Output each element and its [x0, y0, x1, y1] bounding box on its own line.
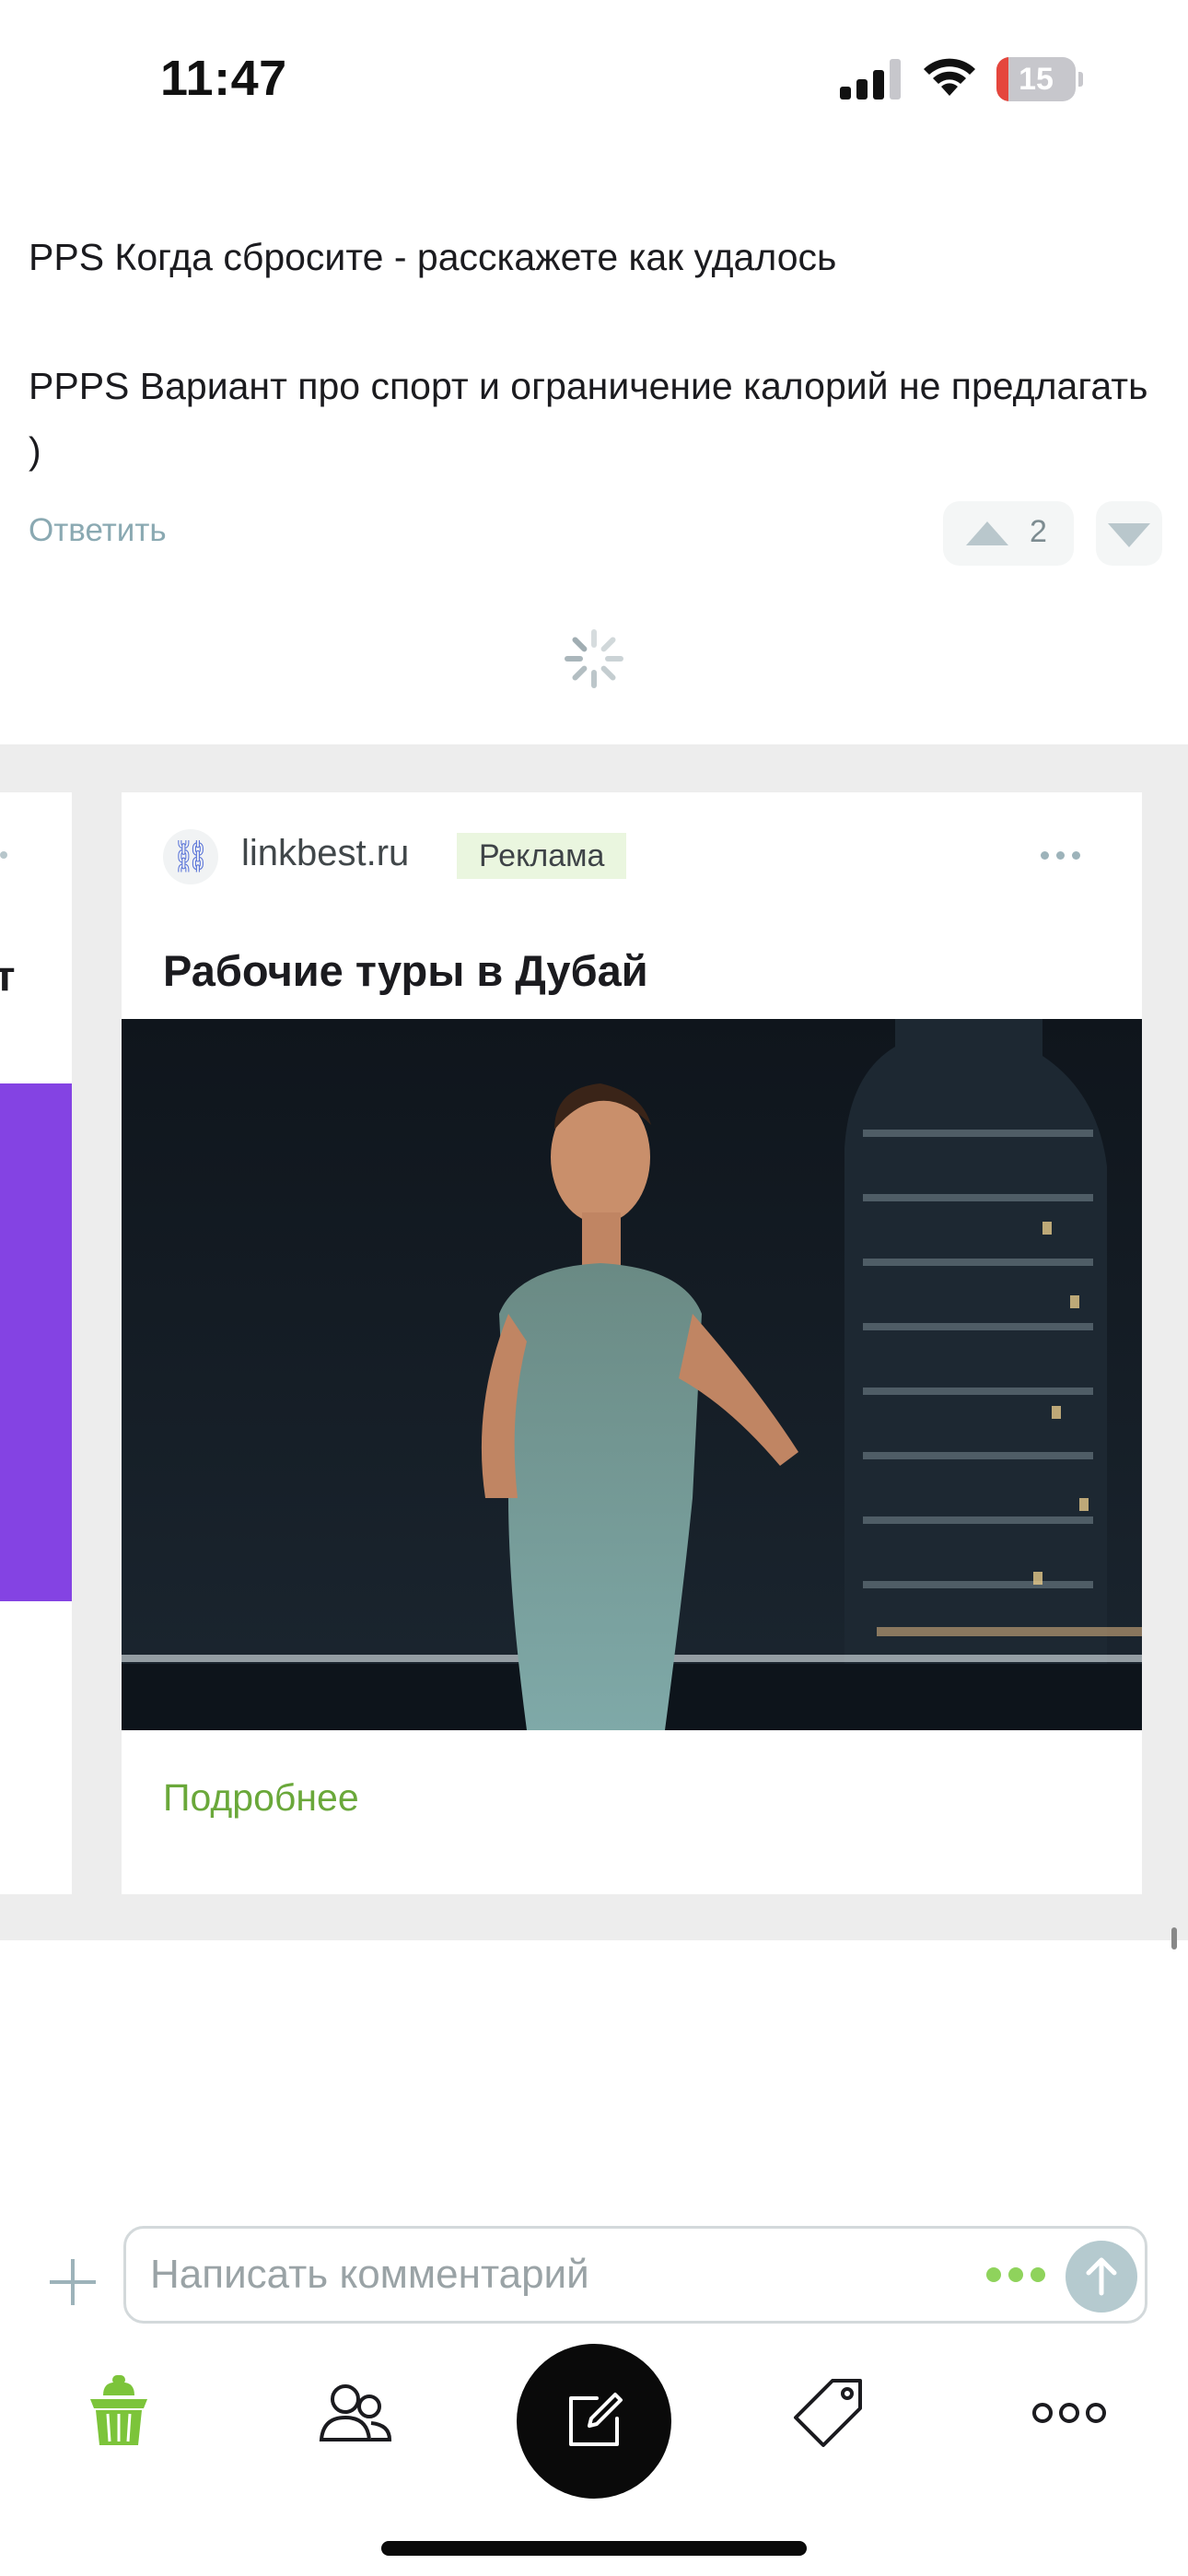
add-attachment-button[interactable] [46, 2255, 99, 2309]
advertiser-logo: ⛓ [163, 829, 218, 884]
previous-ad-title: т [0, 952, 16, 1000]
compose-icon [569, 2393, 623, 2446]
advertiser-domain: linkbest.ru [241, 833, 410, 873]
more-icon [1032, 2403, 1106, 2423]
tab-people[interactable] [314, 2371, 397, 2454]
wifi-icon [924, 58, 975, 96]
arrow-down-icon [1108, 523, 1150, 547]
carousel-gutter [72, 792, 122, 1894]
more-options-icon[interactable] [1039, 848, 1083, 862]
battery-level: 15 [1019, 62, 1054, 97]
comment-line: PPS Когда сбросите - расскажете как удал… [29, 236, 837, 278]
scroll-indicator [1171, 1927, 1177, 1950]
ad-image[interactable] [122, 1019, 1142, 1730]
arrow-up-icon [966, 521, 1008, 545]
more-options-icon[interactable] [986, 2267, 1047, 2284]
tab-home[interactable] [77, 2371, 160, 2454]
ad-photo [122, 1019, 1142, 1730]
battery-icon: 15 [996, 57, 1083, 101]
status-time: 11:47 [160, 51, 287, 106]
loading-spinner-icon [565, 629, 623, 688]
reply-link[interactable]: Ответить [29, 512, 167, 549]
send-button[interactable] [1066, 2241, 1137, 2313]
arrow-up-icon [1086, 2257, 1117, 2296]
downvote-button[interactable] [1096, 501, 1162, 566]
cellular-signal-icon [840, 59, 901, 100]
previous-ad-card[interactable]: т [0, 792, 72, 1894]
link-icon: ⛓ [170, 839, 211, 874]
tab-more[interactable] [1028, 2371, 1111, 2454]
home-icon [90, 2375, 147, 2445]
status-bar: 11:47 15 [0, 0, 1188, 157]
people-icon [319, 2384, 392, 2441]
previous-ad-image [0, 1083, 72, 1601]
upvote-button[interactable]: 2 [943, 501, 1074, 566]
ad-cta-link[interactable]: Подробнее [163, 1776, 359, 1820]
ad-card[interactable]: ⛓ linkbest.ru Реклама Рабочие туры в Дуб… [122, 792, 1142, 1894]
compose-post-button[interactable] [517, 2344, 671, 2499]
ad-badge: Реклама [457, 833, 627, 879]
menu-dot [0, 851, 7, 859]
ad-title: Рабочие туры в Дубай [163, 946, 648, 995]
carousel-gutter [1142, 792, 1188, 1894]
tab-tags[interactable] [788, 2371, 871, 2454]
tag-icon [794, 2379, 862, 2447]
comment-input-box[interactable] [123, 2226, 1147, 2324]
vote-count: 2 [1030, 514, 1047, 549]
ad-carousel-background [0, 1889, 1188, 1940]
comment-line: PPPS Вариант про спорт и ограничение кал… [29, 365, 1148, 472]
comment-input[interactable] [150, 2245, 979, 2304]
home-indicator [381, 2541, 807, 2556]
